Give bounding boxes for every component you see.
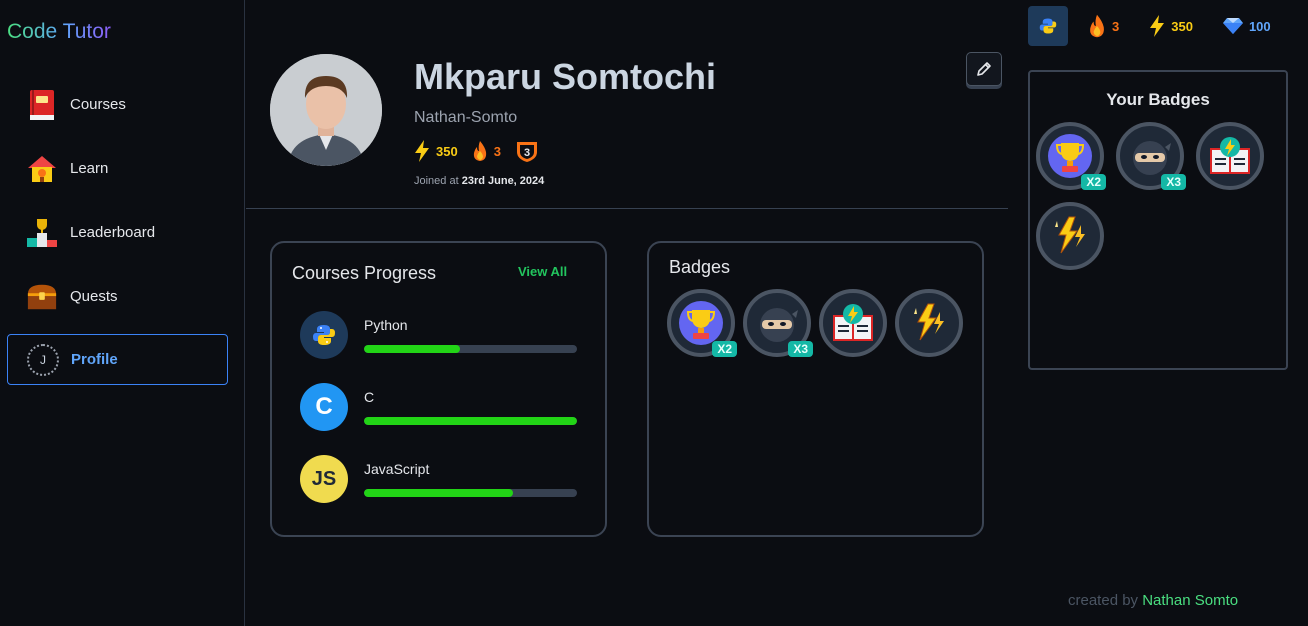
book-lightning-icon bbox=[833, 304, 873, 341]
python-icon bbox=[1039, 18, 1057, 34]
streak-value: 3 bbox=[493, 143, 501, 159]
edit-profile-button[interactable] bbox=[966, 52, 1002, 86]
courses-progress-card: Courses Progress View All Python C C JS … bbox=[270, 241, 607, 537]
badge-ninja[interactable]: X3 bbox=[1116, 122, 1186, 190]
gems-value: 100 bbox=[1248, 18, 1271, 34]
shield-icon: 3 bbox=[516, 142, 537, 162]
course-row-c[interactable]: C C bbox=[300, 383, 580, 433]
streak-counter[interactable]: 3 bbox=[1088, 14, 1119, 38]
top-stats-bar: 3 350 100 bbox=[1028, 6, 1271, 46]
footer-prefix: created by bbox=[1068, 592, 1139, 609]
person-photo-icon bbox=[270, 54, 382, 166]
trophy-icon bbox=[1048, 134, 1092, 178]
header-divider bbox=[246, 208, 1008, 209]
profile-avatar-letter: J bbox=[27, 343, 59, 376]
course-name: Python bbox=[364, 317, 408, 333]
profile-stats: 350 3 3 bbox=[414, 139, 545, 163]
book-icon bbox=[26, 89, 58, 121]
course-progress-fill bbox=[364, 345, 460, 353]
sidebar-item-courses[interactable]: Courses bbox=[7, 79, 228, 130]
streak-stat: 3 bbox=[472, 141, 501, 161]
profile-username: Nathan-Somto bbox=[414, 109, 518, 126]
course-name: JavaScript bbox=[364, 461, 430, 477]
sidebar-item-label: Quests bbox=[70, 288, 118, 305]
sidebar-item-learn[interactable]: Learn bbox=[7, 143, 228, 194]
treasure-chest-icon bbox=[26, 281, 58, 313]
course-progress-bar bbox=[364, 489, 577, 497]
joined-prefix: Joined at bbox=[414, 175, 459, 187]
xp-counter[interactable]: 350 bbox=[1149, 15, 1193, 37]
sidebar-item-label: Leaderboard bbox=[70, 224, 156, 241]
course-row-javascript[interactable]: JS JavaScript bbox=[300, 455, 580, 505]
lightning-icon bbox=[914, 303, 944, 341]
your-badges-panel: Your Badges X2 X3 bbox=[1028, 70, 1288, 370]
joined-date: Joined at 23rd June, 2024 bbox=[414, 175, 544, 187]
fire-icon bbox=[473, 141, 486, 161]
badge-ninja[interactable]: X3 bbox=[743, 289, 813, 357]
sidebar-item-leaderboard[interactable]: Leaderboard bbox=[7, 207, 228, 258]
profile-name: Mkparu Somtochi bbox=[414, 56, 717, 97]
badge-count: X2 bbox=[712, 341, 737, 357]
level-badge: 3 bbox=[515, 139, 539, 163]
lightning-icon bbox=[1055, 216, 1085, 254]
sidebar-item-quests[interactable]: Quests bbox=[7, 271, 228, 322]
xp-value: 350 bbox=[436, 143, 458, 159]
your-badges-title: Your Badges bbox=[1106, 90, 1210, 109]
trophy-icon bbox=[679, 301, 723, 345]
course-selector-button[interactable] bbox=[1028, 6, 1068, 46]
sidebar-item-label: Courses bbox=[70, 96, 126, 113]
xp-value: 350 bbox=[1171, 18, 1193, 34]
diamond-icon bbox=[1222, 18, 1243, 34]
python-icon bbox=[300, 311, 348, 359]
courses-progress-title: Courses Progress bbox=[292, 263, 437, 283]
ninja-icon bbox=[760, 308, 798, 342]
badge-count: X2 bbox=[1081, 174, 1106, 190]
pencil-icon bbox=[977, 62, 991, 76]
badge-lightning[interactable] bbox=[895, 289, 963, 357]
badge-trophy[interactable]: X2 bbox=[1036, 122, 1106, 190]
lightning-icon bbox=[1150, 15, 1165, 37]
javascript-icon: JS bbox=[300, 455, 348, 503]
lightning-icon bbox=[415, 140, 429, 162]
podium-icon bbox=[26, 217, 58, 249]
course-progress-bar bbox=[364, 417, 577, 425]
course-progress-fill bbox=[364, 417, 577, 425]
badges-card: Badges X2 X3 bbox=[647, 241, 984, 537]
sidebar: Code Tutor Courses Learn Leaderboard Que… bbox=[0, 0, 245, 626]
footer-author-link[interactable]: Nathan Somto bbox=[1142, 592, 1238, 609]
badge-count: X3 bbox=[788, 341, 813, 357]
app-logo[interactable]: Code Tutor bbox=[7, 20, 111, 44]
level-value: 3 bbox=[524, 147, 530, 159]
sidebar-item-label: Profile bbox=[71, 351, 118, 368]
course-name: C bbox=[364, 389, 375, 405]
c-language-icon: C bbox=[300, 383, 348, 431]
joined-date-value: 23rd June, 2024 bbox=[461, 175, 545, 187]
badge-trophy[interactable]: X2 bbox=[667, 289, 737, 357]
badges-title: Badges bbox=[669, 257, 731, 277]
sidebar-item-label: Learn bbox=[70, 160, 109, 177]
footer-credit: created by Nathan Somto bbox=[1068, 592, 1238, 609]
gems-counter[interactable]: 100 bbox=[1222, 17, 1271, 35]
xp-stat: 350 bbox=[414, 140, 458, 162]
course-row-python[interactable]: Python bbox=[300, 311, 580, 361]
badge-count: X3 bbox=[1161, 174, 1186, 190]
course-progress-bar bbox=[364, 345, 577, 353]
fire-icon bbox=[1090, 14, 1104, 38]
badge-lightning[interactable] bbox=[1036, 202, 1104, 270]
profile-avatar bbox=[270, 54, 382, 166]
ninja-icon bbox=[1133, 141, 1171, 175]
badge-book-lightning[interactable] bbox=[1196, 122, 1264, 190]
badge-book-lightning[interactable] bbox=[819, 289, 887, 357]
course-progress-fill bbox=[364, 489, 514, 497]
sidebar-item-profile[interactable]: J Profile bbox=[7, 334, 228, 385]
view-all-link[interactable]: View All bbox=[518, 264, 567, 279]
profile-icon: J bbox=[27, 343, 59, 376]
school-icon bbox=[26, 153, 58, 185]
streak-value: 3 bbox=[1112, 18, 1120, 34]
book-lightning-icon bbox=[1210, 137, 1250, 174]
